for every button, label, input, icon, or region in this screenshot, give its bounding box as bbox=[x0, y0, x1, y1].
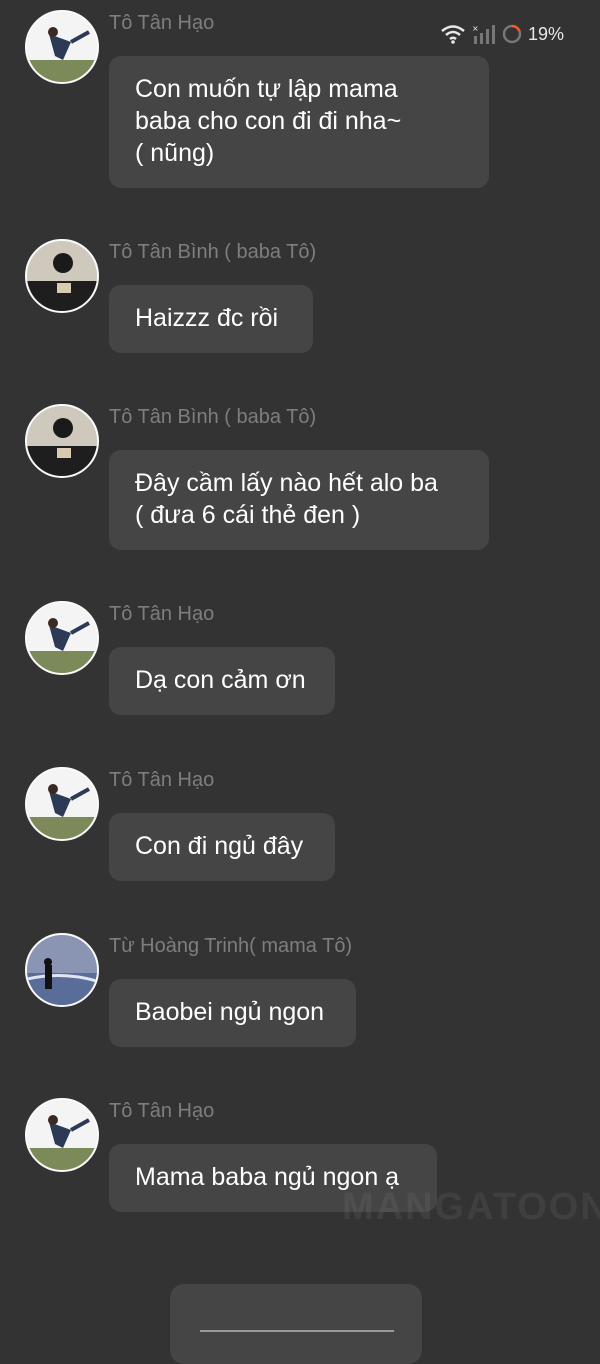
message-bubble[interactable]: Haizzz đc rồi bbox=[109, 285, 313, 353]
signal-icon: × bbox=[472, 24, 495, 44]
sender-name: Từ Hoàng Trinh( mama Tô) bbox=[109, 935, 353, 957]
sender-name: Tô Tân Hạo bbox=[109, 603, 215, 625]
sender-name: Tô Tân Hạo bbox=[109, 1100, 215, 1122]
avatar[interactable] bbox=[25, 1098, 99, 1172]
sender-name: Tô Tân Hạo bbox=[109, 12, 215, 34]
status-bar: × 19% bbox=[440, 22, 564, 46]
input-bubble[interactable] bbox=[170, 1284, 422, 1364]
avatar[interactable] bbox=[25, 239, 99, 313]
sender-name: Tô Tân Bình ( baba Tô) bbox=[109, 406, 317, 428]
message-bubble[interactable]: Con đi ngủ đây bbox=[109, 813, 335, 881]
svg-text:×: × bbox=[472, 24, 479, 33]
watermark-logo: MANGATOON bbox=[342, 1186, 600, 1228]
battery-level: 19% bbox=[527, 23, 564, 44]
avatar[interactable] bbox=[25, 933, 99, 1007]
message-bubble[interactable]: Đây cầm lấy nào hết alo ba ( đưa 6 cái t… bbox=[109, 450, 489, 550]
message-bubble[interactable]: Baobei ngủ ngon bbox=[109, 979, 356, 1047]
wifi-icon bbox=[441, 25, 465, 44]
avatar[interactable] bbox=[25, 767, 99, 841]
battery-icon bbox=[502, 24, 522, 44]
sender-name: Tô Tân Bình ( baba Tô) bbox=[109, 241, 317, 263]
sender-name: Tô Tân Hạo bbox=[109, 769, 215, 791]
text-underline bbox=[200, 1330, 394, 1332]
avatar[interactable] bbox=[25, 404, 99, 478]
message-bubble[interactable]: Con muốn tự lập mama baba cho con đi đi … bbox=[109, 56, 489, 188]
message-bubble[interactable]: Dạ con cảm ơn bbox=[109, 647, 335, 715]
avatar[interactable] bbox=[25, 10, 99, 84]
avatar[interactable] bbox=[25, 601, 99, 675]
